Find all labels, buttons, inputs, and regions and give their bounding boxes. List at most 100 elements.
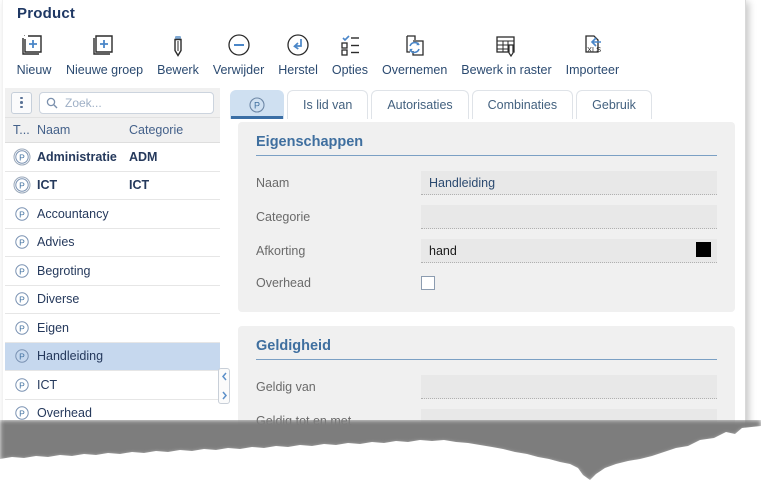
- toolbar-label: Nieuw: [17, 63, 52, 77]
- toolbar-button-overnemen[interactable]: Overnemen: [375, 28, 454, 77]
- svg-text:P: P: [19, 238, 25, 248]
- svg-text:XLS: XLS: [587, 45, 601, 54]
- search-input[interactable]: [63, 95, 207, 111]
- field-value: hand: [429, 244, 457, 258]
- overhead-checkbox[interactable]: [421, 276, 435, 290]
- tab-gebruik[interactable]: Gebruik: [576, 90, 652, 119]
- product-p-icon: P: [5, 205, 37, 223]
- field-value: Handleiding: [429, 176, 495, 190]
- tab-label: Combinaties: [488, 98, 557, 112]
- product-p-icon: P: [248, 96, 266, 114]
- row-name: Eigen: [37, 321, 129, 335]
- column-header-type: T...: [5, 123, 37, 137]
- column-header-category: Categorie: [129, 123, 220, 137]
- field-input[interactable]: hand: [421, 239, 717, 263]
- section-heading: Geldigheid: [256, 338, 717, 360]
- table-row[interactable]: PDiverse: [5, 286, 220, 315]
- row-name: ICT: [37, 178, 129, 192]
- toolbar-button-opties[interactable]: Opties: [325, 28, 375, 77]
- tab-is-lid-van[interactable]: Is lid van: [287, 90, 368, 119]
- field-input[interactable]: Handleiding: [421, 171, 717, 195]
- product-p-icon: P: [5, 404, 37, 422]
- toolbar-button-nieuw[interactable]: Nieuw: [9, 28, 59, 77]
- tab-combinaties[interactable]: Combinaties: [472, 90, 573, 119]
- row-name: Overhead: [37, 406, 129, 420]
- svg-text:P: P: [19, 209, 25, 219]
- import-xls-icon: XLS: [578, 31, 606, 61]
- list-toolbar: [5, 88, 220, 118]
- table-row[interactable]: PAccountancy: [5, 200, 220, 229]
- table-row[interactable]: PEigen: [5, 314, 220, 343]
- field-label: Geldig tot en met: [256, 414, 421, 428]
- page-title: Product: [17, 5, 75, 22]
- search-box[interactable]: [39, 92, 214, 114]
- table-row[interactable]: P Begroting: [5, 257, 220, 286]
- form-field: Geldig tot en met: [256, 404, 717, 438]
- toolbar-label: Herstel: [278, 63, 318, 77]
- table-row[interactable]: P AdministratieADM: [5, 143, 220, 172]
- table-row[interactable]: P Advies: [5, 229, 220, 258]
- form-field: NaamHandleiding: [256, 166, 717, 200]
- toolbar-button-verwijder[interactable]: Verwijder: [206, 28, 271, 77]
- tab-autorisaties[interactable]: Autorisaties: [371, 90, 468, 119]
- svg-text:P: P: [19, 409, 25, 419]
- product-p-icon: P: [5, 233, 37, 251]
- product-p-icon: P: [5, 148, 37, 166]
- row-category: ADM: [129, 150, 220, 164]
- toolbar-label: Importeer: [566, 63, 620, 77]
- tab-bar: P Is lid vanAutorisaties Combinaties Gebrui…: [230, 88, 735, 119]
- svg-text:P: P: [19, 152, 25, 162]
- tab-label: Gebruik: [592, 98, 636, 112]
- field-label: Overhead: [256, 276, 421, 290]
- form-area: Eigenschappen NaamHandleiding Categorie Afk…: [238, 122, 735, 470]
- detail-panel: P Is lid vanAutorisaties Combinaties Gebrui…: [230, 88, 735, 470]
- field-input[interactable]: [421, 375, 717, 399]
- svg-text:P: P: [19, 266, 25, 276]
- search-icon: [46, 97, 58, 109]
- row-name: Advies: [37, 235, 129, 249]
- toolbar-button-bewerk-in-raster[interactable]: Bewerk in raster: [454, 28, 558, 77]
- tab-product[interactable]: P: [230, 90, 284, 119]
- field-label: Geldig van: [256, 380, 421, 394]
- row-name: Begroting: [37, 264, 129, 278]
- field-label: Categorie: [256, 210, 421, 224]
- product-p-icon: P: [5, 262, 37, 280]
- table-row[interactable]: P Overhead: [5, 400, 220, 429]
- product-p-icon: P: [5, 290, 37, 308]
- table-row[interactable]: PICTICT: [5, 172, 220, 201]
- chevron-left-icon[interactable]: [221, 368, 228, 386]
- pencil-edit-icon: [165, 31, 191, 61]
- toolbar-button-herstel[interactable]: Herstel: [271, 28, 325, 77]
- row-name: Administratie: [37, 150, 129, 164]
- form-field: Categorie: [256, 200, 717, 234]
- row-category: ICT: [129, 178, 220, 192]
- table-row[interactable]: PICT: [5, 371, 220, 400]
- toolbar-label: Nieuwe groep: [66, 63, 143, 77]
- chevron-right-icon[interactable]: [221, 387, 228, 405]
- field-input[interactable]: [421, 409, 717, 433]
- field-input[interactable]: [421, 205, 717, 229]
- form-section: Geldigheid Geldig van Geldig tot en met: [238, 326, 735, 452]
- row-name: Diverse: [37, 292, 129, 306]
- toolbar: Nieuw Nieuwe groep Bewerk: [3, 28, 745, 86]
- row-name: Handleiding: [37, 349, 129, 363]
- toolbar-button-importeer[interactable]: XLS Importeer: [559, 28, 627, 77]
- svg-text:P: P: [19, 380, 25, 390]
- application-window: Product Nieuw Nieuwe: [2, 0, 746, 470]
- toolbar-button-bewerk[interactable]: Bewerk: [150, 28, 206, 77]
- more-options-icon[interactable]: [11, 92, 32, 114]
- form-field: Afkortinghand: [256, 234, 717, 268]
- toolbar-label: Bewerk: [157, 63, 199, 77]
- undo-circle-icon: [284, 31, 312, 61]
- new-document-icon: [20, 31, 48, 61]
- form-section: Eigenschappen NaamHandleiding Categorie Afk…: [238, 122, 735, 312]
- table-row[interactable]: P Handleiding: [5, 343, 220, 372]
- svg-text:P: P: [19, 352, 25, 362]
- color-swatch[interactable]: [696, 242, 711, 257]
- panel-splitter-handle[interactable]: [218, 368, 230, 404]
- toolbar-button-nieuwe-groep[interactable]: Nieuwe groep: [59, 28, 150, 77]
- section-heading: Eigenschappen: [256, 134, 717, 156]
- minus-circle-icon: [225, 31, 253, 61]
- product-list: PAdministratieADMPICTICTPAccountancyPAdv…: [5, 143, 220, 428]
- product-p-icon: P: [5, 319, 37, 337]
